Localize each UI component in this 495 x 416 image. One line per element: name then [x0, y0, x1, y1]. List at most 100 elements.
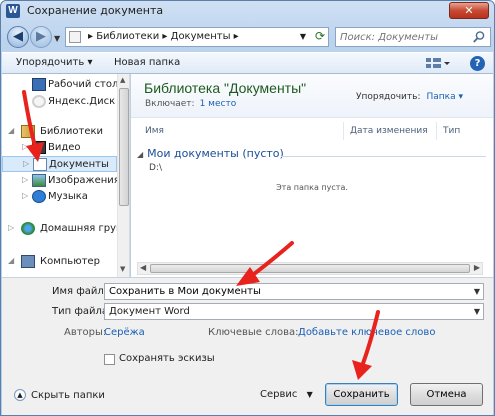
filename-input[interactable]: [109, 286, 429, 297]
column-header-name[interactable]: Имя: [139, 122, 344, 140]
save-dialog-window: W Сохранение документа ✕ ◀ ▶ ▼ ▸ Библиот…: [0, 0, 495, 416]
arrange-by: Упорядочить: Папка ▾: [356, 92, 463, 102]
tools-menu[interactable]: Сервис ▼: [260, 389, 313, 400]
collapse-icon: ▲: [14, 389, 26, 401]
filetype-value: Документ Word: [109, 306, 190, 317]
views-icon: [426, 58, 450, 68]
save-button[interactable]: Сохранить: [325, 383, 398, 406]
sidebar-item-desktop[interactable]: Рабочий стол: [2, 77, 119, 93]
collapsed-triangle-icon[interactable]: ▷: [22, 175, 28, 184]
breadcrumb[interactable]: ▸ Библиотеки ▸ Документы ▸: [88, 31, 239, 42]
authors-field[interactable]: Серёжа: [104, 327, 145, 338]
cancel-button[interactable]: Отмена: [410, 383, 483, 406]
empty-folder-message: Эта папка пуста.: [276, 183, 348, 192]
filename-dropdown-icon[interactable]: ▼: [474, 284, 480, 299]
collapsed-triangle-icon[interactable]: ▷: [23, 159, 29, 168]
sidebar-item-video[interactable]: ▷ Видео: [2, 140, 117, 156]
search-box[interactable]: [335, 27, 491, 47]
sidebar-item-music[interactable]: ▷ Музыка: [2, 189, 117, 205]
sidebar-item-label: Видео: [48, 142, 81, 153]
sidebar-item-libraries[interactable]: ◢ Библиотеки: [2, 124, 117, 140]
sidebar-item-label: Документы: [49, 159, 109, 170]
back-arrow-icon: ◀: [13, 29, 23, 44]
close-button[interactable]: ✕: [449, 2, 489, 19]
collapse-group-icon[interactable]: ◢: [137, 150, 143, 159]
sidebar-item-label: Музыка: [48, 191, 88, 202]
organize-menu[interactable]: Упорядочить ▾: [16, 57, 92, 68]
keywords-label: Ключевые слова:: [208, 327, 299, 338]
filetype-dropdown-icon[interactable]: ▼: [474, 304, 480, 319]
group-title: Мои документы (пусто): [147, 147, 284, 160]
scroll-left-icon[interactable]: ◀: [140, 263, 146, 272]
sidebar-item-label: Библиотеки: [40, 126, 104, 137]
address-bar[interactable]: ▸ Библиотеки ▸ Документы ▸ ▼ ⟳: [65, 27, 329, 47]
sidebar-item-label: Рабочий стол: [48, 79, 119, 90]
horizontal-scrollbar[interactable]: ◀ ▶: [137, 262, 483, 275]
file-list-pane: Библиотека "Документы" Включает: 1 место …: [131, 74, 493, 277]
forward-button[interactable]: ▶: [30, 26, 52, 48]
save-thumbnails-label: Сохранять эскизы: [119, 353, 215, 364]
filetype-select[interactable]: Документ Word ▼: [104, 303, 484, 320]
search-input[interactable]: [340, 30, 468, 44]
keywords-field[interactable]: Добавьте ключевое слово: [298, 327, 435, 338]
sidebar-item-label: Яндекс.Диск: [48, 96, 116, 107]
collapsed-triangle-icon[interactable]: ▷: [8, 223, 14, 232]
group-header[interactable]: ◢ Мои документы (пусто): [137, 147, 284, 160]
back-button[interactable]: ◀: [7, 26, 29, 48]
new-folder-button[interactable]: Новая папка: [114, 57, 180, 68]
horizontal-scroll-thumb[interactable]: [150, 264, 470, 273]
sidebar-item-pictures[interactable]: ▷ Изображения: [2, 173, 120, 189]
expanded-triangle-icon[interactable]: ◢: [8, 126, 14, 135]
sidebar-item-homegroup[interactable]: ▷ Домашняя группа: [2, 221, 129, 237]
expanded-triangle-icon[interactable]: ◢: [8, 256, 14, 265]
view-options-button[interactable]: [425, 57, 451, 73]
libraries-icon: [21, 125, 35, 138]
command-bar: Упорядочить ▾ Новая папка ?: [2, 52, 493, 74]
window-title: Сохранение документа: [27, 4, 164, 17]
computer-icon: [21, 255, 35, 268]
filename-field[interactable]: ▼: [104, 283, 484, 300]
scroll-up-icon[interactable]: ▲: [120, 76, 125, 84]
address-dropdown-icon[interactable]: ▼: [300, 32, 306, 41]
sidebar-scrollbar[interactable]: ▲ ▼: [117, 74, 129, 277]
scroll-down-icon[interactable]: ▼: [120, 265, 125, 273]
sidebar-scroll-thumb[interactable]: [119, 88, 129, 206]
group-path: D:\: [149, 163, 162, 173]
column-header-date[interactable]: Дата изменения: [344, 122, 437, 140]
hide-folders-button[interactable]: ▲ Скрыть папки: [14, 389, 105, 401]
hide-folders-label: Скрыть папки: [31, 390, 105, 401]
history-dropdown-icon[interactable]: ▼: [54, 34, 60, 43]
search-icon[interactable]: [472, 30, 486, 44]
sidebar-item-documents[interactable]: ▷ Документы: [2, 156, 117, 172]
music-library-icon: [32, 190, 46, 203]
filetype-label: Тип файла:: [52, 306, 112, 317]
sidebar-item-label: Изображения: [48, 175, 120, 186]
word-app-icon: W: [6, 4, 20, 18]
arrange-by-dropdown[interactable]: Папка ▾: [426, 92, 463, 102]
refresh-icon[interactable]: ⟳: [315, 29, 325, 43]
help-icon[interactable]: ?: [470, 56, 485, 71]
authors-label: Авторы:: [64, 327, 107, 338]
video-library-icon: [32, 141, 46, 154]
sidebar-item-computer[interactable]: ◢ Компьютер: [2, 254, 117, 270]
forward-arrow-icon: ▶: [36, 29, 46, 44]
sidebar-item-yandex-disk[interactable]: Яндекс.Диск: [2, 94, 117, 110]
library-header: Библиотека "Документы" Включает: 1 место …: [131, 74, 493, 118]
includes-label: Включает:: [145, 99, 195, 109]
title-bar: W Сохранение документа ✕: [1, 1, 494, 21]
collapsed-triangle-icon[interactable]: ▷: [22, 191, 28, 200]
library-locations-link[interactable]: 1 место: [200, 99, 237, 109]
library-title: Библиотека "Документы": [144, 80, 307, 96]
yandex-disk-icon: [32, 95, 46, 108]
dialog-footer: ▲ Скрыть папки Сервис ▼ Сохранить Отмена: [2, 377, 493, 415]
desktop-icon: [32, 78, 46, 91]
library-icon: [69, 31, 81, 43]
save-thumbnails-checkbox[interactable]: [104, 354, 115, 365]
sidebar-item-label: Компьютер: [40, 256, 100, 267]
documents-library-icon: [33, 158, 47, 171]
library-includes: Включает: 1 место: [145, 99, 236, 109]
navigation-pane: Рабочий стол Яндекс.Диск ◢ Библиотеки ▷ …: [2, 74, 130, 277]
column-header-type[interactable]: Тип: [437, 122, 477, 140]
collapsed-triangle-icon[interactable]: ▷: [22, 142, 28, 151]
scroll-right-icon[interactable]: ▶: [474, 263, 480, 272]
